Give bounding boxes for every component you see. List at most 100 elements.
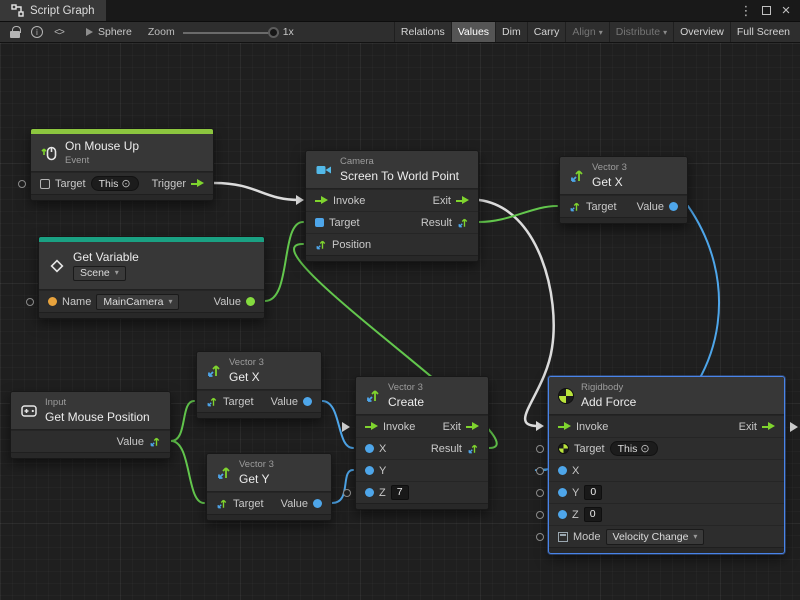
this-chip[interactable]: This bbox=[91, 176, 139, 191]
value-label: Value bbox=[637, 201, 664, 213]
wire-gety-to-create-y bbox=[332, 470, 353, 503]
node-type: Vector 3 bbox=[239, 459, 274, 470]
port-y[interactable] bbox=[365, 466, 374, 475]
port-z-edge[interactable] bbox=[536, 511, 544, 519]
port-x[interactable] bbox=[365, 444, 374, 453]
relations-button[interactable]: Relations bbox=[394, 22, 451, 42]
exit-label: Exit bbox=[739, 421, 757, 433]
port-value[interactable] bbox=[303, 397, 312, 406]
z-value-field[interactable]: 0 bbox=[584, 507, 602, 522]
enum-port-icon bbox=[558, 532, 568, 542]
port-target-edge[interactable] bbox=[536, 445, 544, 453]
port-value[interactable] bbox=[246, 297, 255, 306]
port-trigger[interactable] bbox=[191, 179, 204, 188]
port-target[interactable] bbox=[18, 180, 26, 188]
port-mode-edge[interactable] bbox=[536, 533, 544, 541]
node-get-x-mid[interactable]: Vector 3 Get X Target Value bbox=[196, 351, 322, 419]
variable-name-dropdown[interactable]: MainCamera bbox=[96, 294, 179, 310]
graph-canvas[interactable]: On Mouse Up Event Target This Trigger bbox=[0, 43, 800, 600]
port-exit-marker[interactable] bbox=[790, 422, 798, 432]
z-value-field[interactable]: 7 bbox=[391, 485, 409, 500]
vector3-icon bbox=[216, 465, 232, 481]
graph-icon bbox=[11, 4, 24, 17]
node-title: Get Mouse Position bbox=[45, 410, 150, 424]
vector3-port-icon[interactable] bbox=[206, 396, 218, 408]
node-type: Vector 3 bbox=[592, 162, 627, 173]
wire-result-to-getx bbox=[479, 206, 557, 222]
node-screen-to-world-point[interactable]: Camera Screen To World Point Invoke Exit… bbox=[305, 150, 479, 262]
exit-label: Exit bbox=[443, 421, 461, 433]
graph-unit-icon bbox=[86, 28, 93, 36]
code-button[interactable] bbox=[48, 24, 70, 41]
variable-scope-dropdown[interactable]: Scene bbox=[73, 266, 126, 281]
node-subtitle: Event bbox=[65, 155, 139, 166]
node-get-x-top[interactable]: Vector 3 Get X Target Value bbox=[559, 156, 688, 224]
self-target-icon bbox=[121, 178, 130, 190]
vector3-port-icon[interactable] bbox=[315, 239, 327, 251]
node-on-mouse-up[interactable]: On Mouse Up Event Target This Trigger bbox=[30, 128, 214, 201]
vector3-port-icon[interactable] bbox=[149, 436, 161, 448]
port-exit[interactable] bbox=[762, 422, 775, 431]
lock-button[interactable] bbox=[4, 24, 26, 41]
distribute-dropdown[interactable]: Distribute bbox=[609, 22, 673, 42]
vector3-port-icon[interactable] bbox=[216, 498, 228, 510]
vector3-port-icon[interactable] bbox=[569, 201, 581, 213]
port-exit[interactable] bbox=[456, 196, 469, 205]
node-get-y[interactable]: Vector 3 Get Y Target Value bbox=[206, 453, 332, 521]
this-chip[interactable]: This bbox=[610, 441, 658, 456]
zoom-slider[interactable] bbox=[183, 24, 279, 41]
port-x[interactable] bbox=[558, 466, 567, 475]
target-label: Target bbox=[233, 498, 264, 510]
fullscreen-button[interactable]: Full Screen bbox=[730, 22, 796, 42]
y-value-field[interactable]: 0 bbox=[584, 485, 602, 500]
node-type: Vector 3 bbox=[388, 382, 424, 393]
close-button[interactable] bbox=[776, 0, 796, 21]
port-x-edge[interactable] bbox=[536, 467, 544, 475]
node-vector3-create[interactable]: Vector 3 Create Invoke Exit X Result bbox=[355, 376, 489, 510]
zoom-value: 1x bbox=[283, 26, 294, 38]
node-get-mouse-position[interactable]: Input Get Mouse Position Value bbox=[10, 391, 171, 459]
vector3-icon bbox=[365, 388, 381, 404]
node-add-force[interactable]: Rigidbody Add Force Invoke Exit Target T… bbox=[548, 376, 785, 554]
port-value[interactable] bbox=[313, 499, 322, 508]
camera-port-icon[interactable] bbox=[315, 218, 324, 227]
port-y-edge[interactable] bbox=[536, 489, 544, 497]
trigger-label: Trigger bbox=[152, 178, 186, 190]
port-invoke[interactable] bbox=[365, 422, 378, 431]
scope-value: Scene bbox=[80, 267, 110, 280]
maximize-button[interactable] bbox=[756, 0, 776, 21]
port-exit[interactable] bbox=[466, 422, 479, 431]
mode-dropdown[interactable]: Velocity Change bbox=[606, 529, 705, 545]
self-target-icon bbox=[640, 443, 649, 455]
align-dropdown[interactable]: Align bbox=[565, 22, 608, 42]
value-label: Value bbox=[271, 396, 298, 408]
info-button[interactable] bbox=[26, 24, 48, 41]
port-z-edge[interactable] bbox=[343, 489, 351, 497]
info-icon bbox=[31, 26, 43, 38]
values-button[interactable]: Values bbox=[451, 22, 495, 42]
x-label: X bbox=[572, 465, 579, 477]
port-value[interactable] bbox=[669, 202, 678, 211]
menu-dots-icon[interactable] bbox=[736, 0, 756, 21]
carry-button[interactable]: Carry bbox=[527, 22, 566, 42]
vector3-port-icon[interactable] bbox=[457, 217, 469, 229]
dim-button[interactable]: Dim bbox=[495, 22, 527, 42]
vector3-port-icon[interactable] bbox=[467, 443, 479, 455]
port-z[interactable] bbox=[365, 488, 374, 497]
port-invoke[interactable] bbox=[315, 196, 328, 205]
node-title: Create bbox=[388, 395, 424, 409]
node-get-variable[interactable]: Get Variable Scene Name MainCamera Value bbox=[38, 236, 265, 319]
port-invoke[interactable] bbox=[558, 422, 571, 431]
node-footer bbox=[356, 503, 488, 509]
port-z[interactable] bbox=[558, 510, 567, 519]
port-y[interactable] bbox=[558, 488, 567, 497]
target-label: Target bbox=[55, 178, 86, 190]
toolbar-buttons: Relations Values Dim Carry Align Distrib… bbox=[394, 22, 796, 42]
zoom-slider-knob[interactable] bbox=[268, 27, 279, 38]
port-name[interactable] bbox=[26, 298, 34, 306]
zoom-slider-track bbox=[183, 32, 279, 34]
overview-button[interactable]: Overview bbox=[673, 22, 730, 42]
port-invoke-marker[interactable] bbox=[342, 422, 350, 432]
tab-script-graph[interactable]: Script Graph bbox=[0, 0, 106, 21]
vector3-icon bbox=[569, 168, 585, 184]
